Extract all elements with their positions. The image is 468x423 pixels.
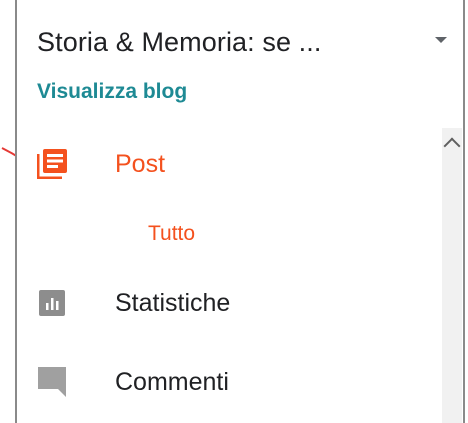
scroll-up-icon[interactable] bbox=[443, 137, 461, 155]
blog-selector-dropdown[interactable]: Storia & Memoria: se ... bbox=[37, 22, 457, 62]
sidebar-subitem-all[interactable]: Tutto bbox=[148, 222, 195, 246]
bar-chart-icon bbox=[37, 288, 67, 318]
view-blog-link[interactable]: Visualizza blog bbox=[37, 80, 187, 104]
sidebar-item-posts-label: Post bbox=[115, 149, 166, 178]
chevron-down-icon[interactable] bbox=[435, 37, 447, 43]
scrollbar[interactable] bbox=[442, 128, 462, 423]
blog-title: Storia & Memoria: se ... bbox=[37, 26, 322, 57]
screenshot-frame: Storia & Memoria: se ... Visualizza blog… bbox=[0, 0, 468, 423]
sidebar-item-posts[interactable]: Post bbox=[37, 144, 165, 184]
sidebar-item-stats-label: Statistiche bbox=[115, 288, 231, 317]
posts-icon bbox=[37, 149, 67, 179]
sidebar-item-stats[interactable]: Statistiche bbox=[37, 283, 230, 323]
sidebar-item-comments-label: Commenti bbox=[115, 367, 229, 396]
comment-icon bbox=[37, 367, 67, 397]
sidebar-panel: Storia & Memoria: se ... Visualizza blog… bbox=[15, 0, 465, 423]
sidebar-item-comments[interactable]: Commenti bbox=[37, 362, 229, 402]
